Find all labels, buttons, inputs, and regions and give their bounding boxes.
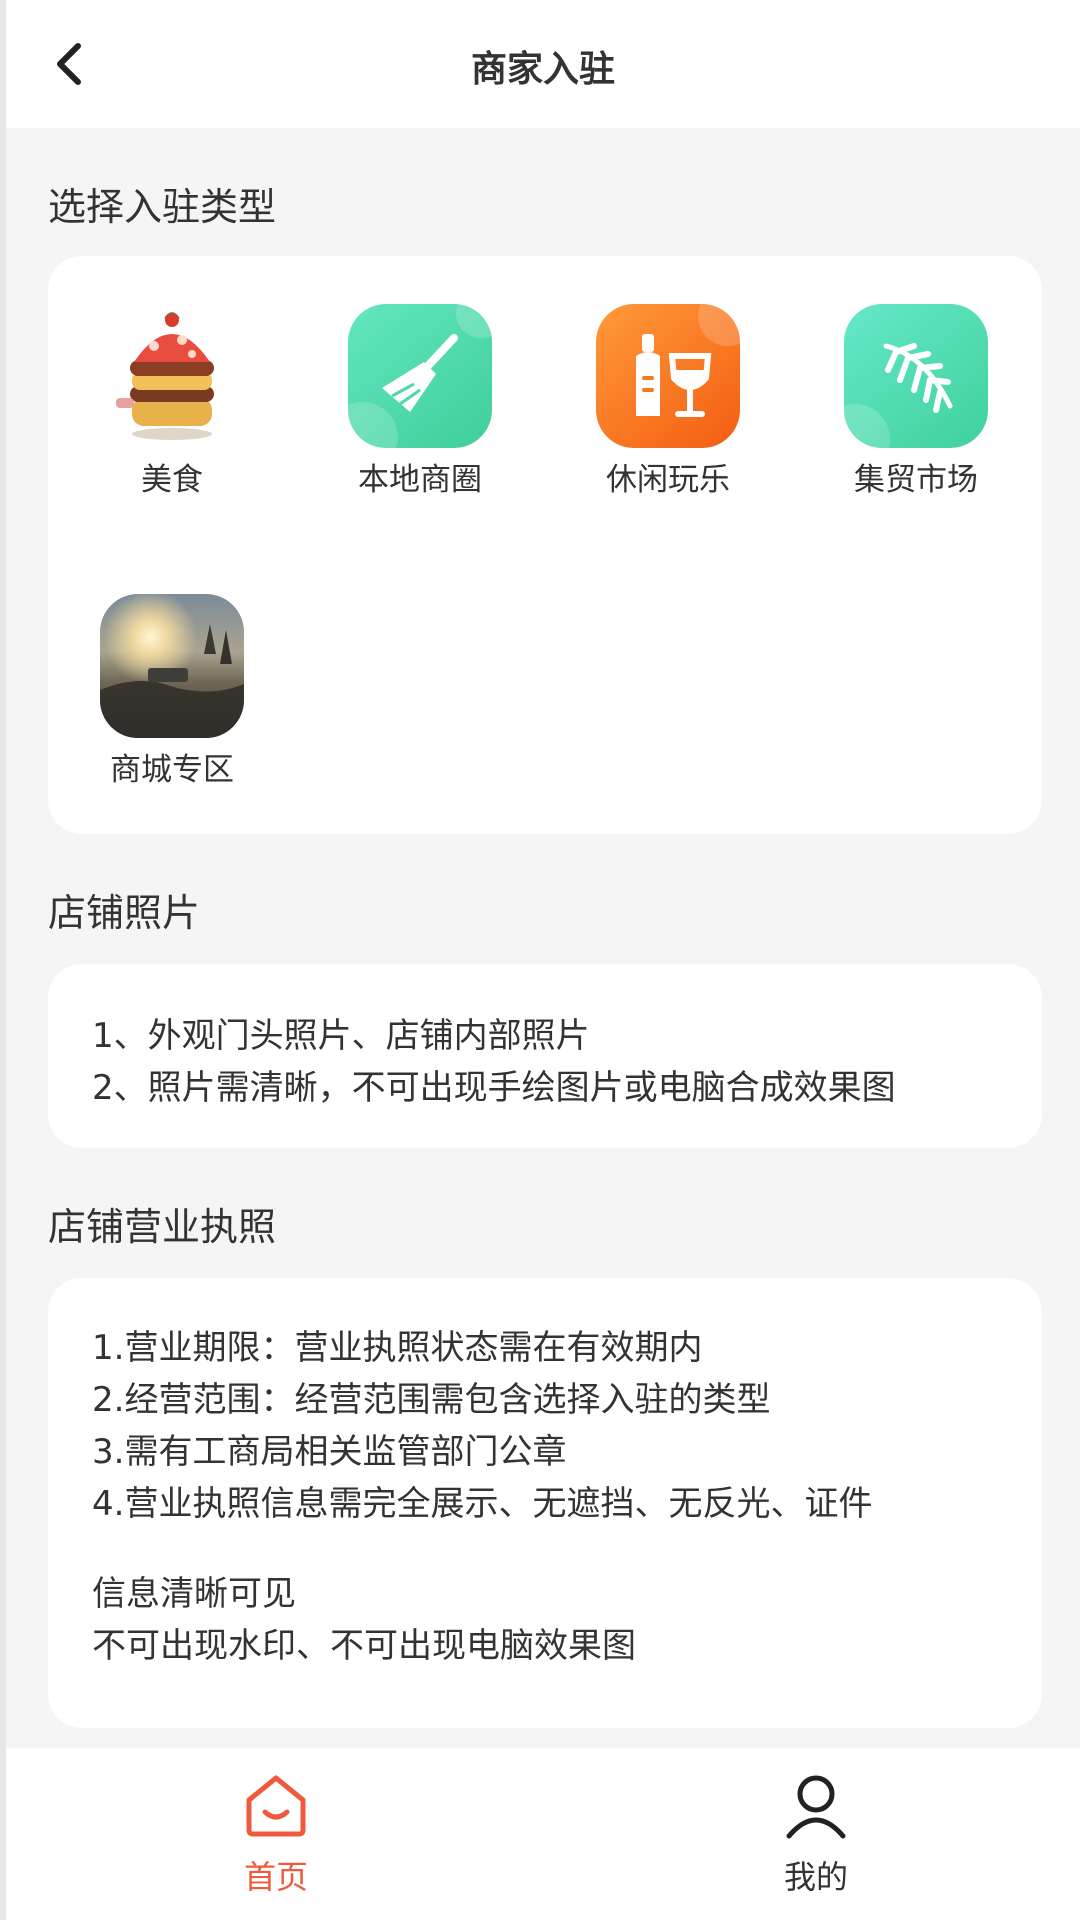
category-local-business[interactable]: 本地商圈 <box>320 304 520 499</box>
section-title-license: 店铺营业执照 <box>48 1205 277 1249</box>
home-icon <box>246 1775 306 1837</box>
section-title-type: 选择入驻类型 <box>48 185 277 229</box>
requirement-line: 3.需有工商局相关监管部门公章 <box>92 1432 567 1472</box>
requirement-line: 2.经营范围：经营范围需包含选择入驻的类型 <box>92 1380 771 1420</box>
window-edge <box>0 0 6 1920</box>
category-mall[interactable]: 商城专区 <box>72 594 272 789</box>
category-food[interactable]: 美食 <box>72 304 272 499</box>
leaf-icon <box>844 304 988 448</box>
requirement-line: 4.营业执照信息需完全展示、无遮挡、无反光、证件 <box>92 1484 873 1524</box>
category-leisure[interactable]: 休闲玩乐 <box>568 304 768 499</box>
license-requirements-card: 1.营业期限：营业执照状态需在有效期内 2.经营范围：经营范围需包含选择入驻的类… <box>48 1278 1042 1728</box>
category-card: 美食 本地商圈 休闲玩乐 集贸市场 商城专区 <box>48 256 1042 834</box>
requirement-line: 1.营业期限：营业执照状态需在有效期内 <box>92 1328 703 1368</box>
tab-profile[interactable]: 我的 <box>716 1770 916 1898</box>
note-line: 信息清晰可见 <box>92 1574 296 1614</box>
bottom-tab-bar: 首页 我的 <box>6 1748 1080 1920</box>
drinks-icon <box>596 304 740 448</box>
tab-home[interactable]: 首页 <box>176 1770 376 1898</box>
tab-label: 我的 <box>783 1858 848 1896</box>
category-label: 集贸市场 <box>854 462 978 498</box>
landscape-photo-icon <box>100 594 244 738</box>
broom-icon <box>348 304 492 448</box>
page-title: 商家入驻 <box>470 49 615 90</box>
requirement-line: 1、外观门头照片、店铺内部照片 <box>92 1016 590 1056</box>
license-notes: 信息清晰可见 不可出现水印、不可出现电脑效果图 <box>92 1568 636 1672</box>
category-label: 商城专区 <box>110 752 234 788</box>
header-bar: 商家入驻 <box>6 0 1080 128</box>
category-market[interactable]: 集贸市场 <box>816 304 1016 499</box>
section-title-photos: 店铺照片 <box>48 891 201 935</box>
photo-requirements: 1、外观门头照片、店铺内部照片 2、照片需清晰，不可出现手绘图片或电脑合成效果图 <box>92 1010 896 1114</box>
note-line: 不可出现水印、不可出现电脑效果图 <box>92 1626 636 1666</box>
requirement-line: 2、照片需清晰，不可出现手绘图片或电脑合成效果图 <box>92 1068 896 1108</box>
photo-requirements-card: 1、外观门头照片、店铺内部照片 2、照片需清晰，不可出现手绘图片或电脑合成效果图 <box>48 964 1042 1148</box>
tab-label: 首页 <box>243 1858 308 1896</box>
user-icon <box>786 1775 846 1839</box>
category-label: 休闲玩乐 <box>606 462 730 498</box>
category-label: 美食 <box>141 462 203 498</box>
license-requirements: 1.营业期限：营业执照状态需在有效期内 2.经营范围：经营范围需包含选择入驻的类… <box>92 1322 872 1530</box>
category-label: 本地商圈 <box>358 462 482 498</box>
burger-icon <box>100 304 244 448</box>
